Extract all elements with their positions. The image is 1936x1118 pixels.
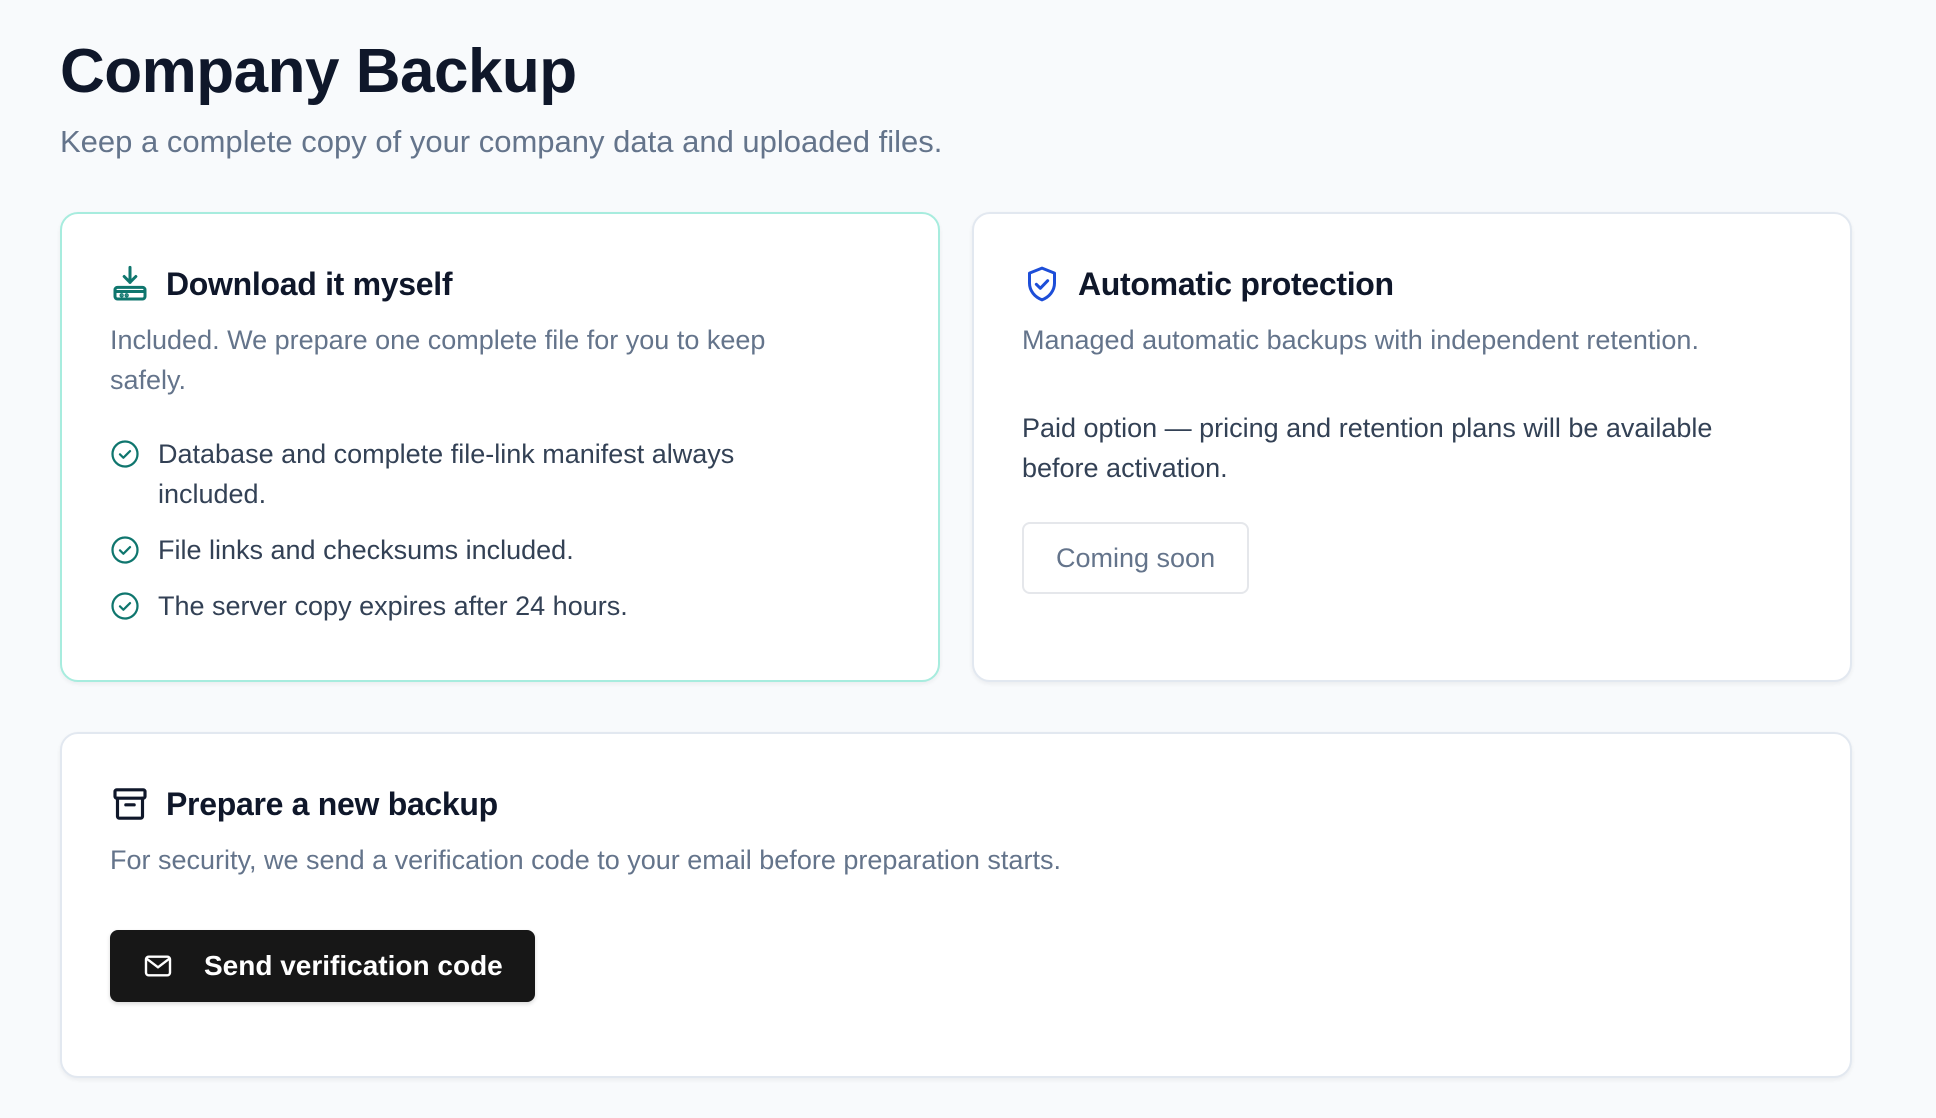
- download-card-title: Download it myself: [166, 265, 453, 302]
- auto-card-description: Managed automatic backups with independe…: [1022, 325, 1699, 355]
- list-item: File links and checksums included.: [110, 530, 890, 570]
- coming-soon-button[interactable]: Coming soon: [1022, 522, 1250, 594]
- feature-text: File links and checksums included.: [158, 535, 574, 565]
- feature-text: The server copy expires after 24 hours.: [158, 591, 628, 621]
- download-feature-list: Database and complete file-link manifest…: [110, 434, 890, 626]
- automatic-protection-card: Automatic protection Managed automatic b…: [972, 212, 1852, 682]
- company-backup-page: Company Backup Keep a complete copy of y…: [60, 36, 1852, 1078]
- prepare-card-title: Prepare a new backup: [166, 785, 498, 822]
- prepare-card-description: For security, we send a verification cod…: [110, 845, 1061, 875]
- mail-icon: [142, 950, 174, 982]
- send-verification-code-button[interactable]: Send verification code: [110, 930, 535, 1002]
- feature-text: Database and complete file-link manifest…: [158, 439, 735, 509]
- send-verification-code-label: Send verification code: [204, 950, 503, 981]
- auto-card-title: Automatic protection: [1078, 265, 1394, 302]
- download-card-description: Included. We prepare one complete file f…: [110, 325, 766, 395]
- paid-option-note: Paid option — pricing and retention plan…: [1022, 413, 1713, 483]
- prepare-card-header: Prepare a new backup: [110, 782, 1802, 826]
- page-subtitle: Keep a complete copy of your company dat…: [60, 124, 943, 159]
- auto-card-header: Automatic protection: [1022, 262, 1802, 306]
- archive-box-icon: [110, 784, 150, 824]
- page-title: Company Backup: [60, 37, 577, 106]
- check-circle-icon: [110, 535, 140, 565]
- list-item: The server copy expires after 24 hours.: [110, 586, 890, 626]
- prepare-backup-card: Prepare a new backup For security, we se…: [60, 732, 1852, 1078]
- download-tray-icon: [110, 264, 150, 304]
- shield-check-icon: [1022, 264, 1062, 304]
- check-circle-icon: [110, 591, 140, 621]
- check-circle-icon: [110, 439, 140, 469]
- download-card-header: Download it myself: [110, 262, 890, 306]
- list-item: Database and complete file-link manifest…: [110, 434, 890, 514]
- backup-options: Download it myself Included. We prepare …: [60, 212, 1852, 682]
- download-option-card[interactable]: Download it myself Included. We prepare …: [60, 212, 940, 682]
